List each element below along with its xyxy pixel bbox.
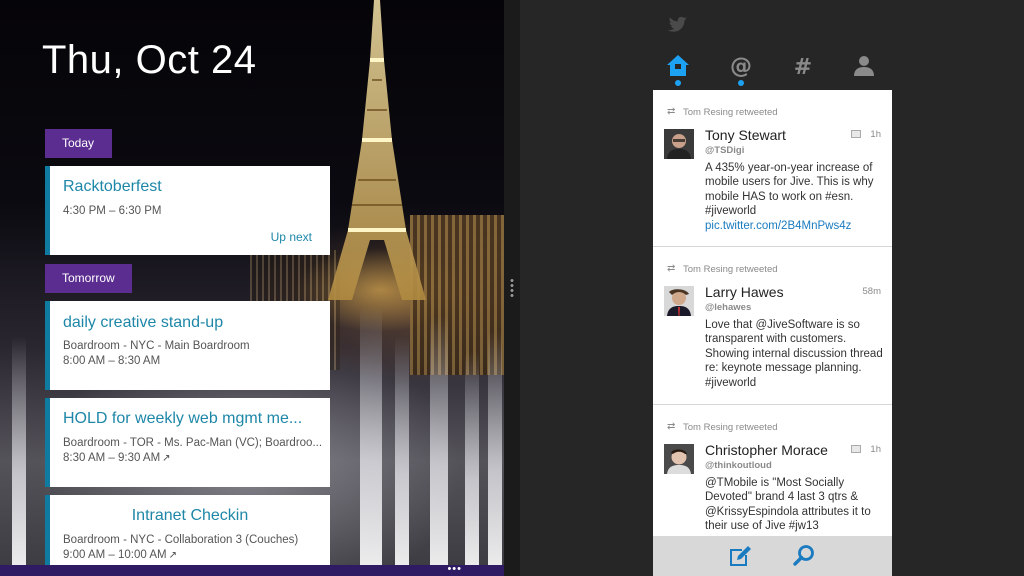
retweeted-by-text: Tom Resing retweeted xyxy=(683,422,778,433)
search-button[interactable] xyxy=(791,543,817,569)
media-attachment-icon xyxy=(851,445,861,453)
compose-icon xyxy=(730,546,751,566)
avatar[interactable] xyxy=(664,444,694,474)
compose-tweet-button[interactable] xyxy=(727,543,753,569)
event-title: Intranet Checkin xyxy=(131,507,249,524)
event-time: 8:00 AM – 8:30 AM xyxy=(63,355,161,367)
recurring-icon: ↗︎ xyxy=(168,550,177,561)
tweet-handle: @TSDigi xyxy=(705,145,745,156)
event-card-standup[interactable]: daily creative stand-up Boardroom - NYC … xyxy=(45,301,330,390)
event-title: Racktoberfest xyxy=(63,178,162,195)
svg-text:#: # xyxy=(794,55,812,80)
tweet-text-line: Showing internal discussion thread xyxy=(705,347,883,360)
fountain-spray xyxy=(430,316,448,566)
tweet-text-line: A 435% year-on-year increase of xyxy=(705,162,873,174)
tweet-text-line: Devoted" brand 4 last 3 qtrs & xyxy=(705,491,859,504)
fountain-spray xyxy=(360,306,382,566)
retweet-attribution: ⇄ Tom Resing retweeted xyxy=(667,263,778,275)
tweet-body: A 435% year-on-year increase of mobile u… xyxy=(705,161,885,233)
event-location: Boardroom - NYC - Main Boardroom xyxy=(63,340,250,352)
date-heading: Thu, Oct 24 xyxy=(42,38,257,82)
event-location: Boardroom - NYC - Collaboration 3 (Couch… xyxy=(63,534,299,546)
unread-indicator xyxy=(675,80,681,86)
retweet-icon: ⇄ xyxy=(667,421,676,432)
tweet-item[interactable]: ⇄ Tom Resing retweeted Larry Hawes @leha… xyxy=(653,247,892,405)
tweet-text-line: mobile users for Jive. This is why xyxy=(705,176,874,189)
tweet-text-line: @TMobile is "Most Socially xyxy=(705,477,845,489)
snap-splitter[interactable] xyxy=(504,0,520,576)
tab-profile[interactable] xyxy=(850,52,878,80)
calendar-pane: Thu, Oct 24 Today Racktoberfest 4:30 PM … xyxy=(0,0,504,576)
tweet-item[interactable]: ⇄ Tom Resing retweeted Christopher Morac… xyxy=(653,405,892,536)
fountain-spray xyxy=(465,351,479,566)
event-title: HOLD for weekly web mgmt me... xyxy=(63,410,303,427)
hashtag-icon: # xyxy=(794,55,812,80)
event-card-intranet[interactable]: Intranet Checkin Boardroom - NYC - Colla… xyxy=(45,495,330,565)
twitter-pane: @ # ⇄ Tom Resing retweeted Tony Stewart … xyxy=(520,0,1024,576)
tweet-author[interactable]: Larry Hawes xyxy=(705,284,784,300)
home-icon xyxy=(667,55,689,76)
tweet-item[interactable]: ⇄ Tom Resing retweeted Tony Stewart @TSD… xyxy=(653,90,892,247)
retweet-attribution: ⇄ Tom Resing retweeted xyxy=(667,106,778,118)
event-title: daily creative stand-up xyxy=(63,314,224,331)
avatar[interactable] xyxy=(664,286,694,316)
eiffel-tower-background-image xyxy=(328,0,426,300)
up-next-badge: Up next xyxy=(270,230,312,244)
recurring-icon: ↗︎ xyxy=(162,453,171,464)
retweet-icon: ⇄ xyxy=(667,106,676,117)
tab-mentions[interactable]: @ xyxy=(727,52,755,86)
fountain-spray xyxy=(488,331,502,566)
tweet-timestamp: 1h xyxy=(870,129,881,140)
tweet-author[interactable]: Christopher Morace xyxy=(705,442,828,458)
event-location: Boardroom - TOR - Ms. Pac-Man (VC); Boar… xyxy=(63,437,323,449)
tweet-text-line: transparent with customers. xyxy=(705,333,847,346)
retweeted-by-text: Tom Resing retweeted xyxy=(683,107,778,118)
tweet-author[interactable]: Tony Stewart xyxy=(705,127,786,143)
retweet-attribution: ⇄ Tom Resing retweeted xyxy=(667,421,778,433)
event-time-row: 9:00 AM – 10:00 AM ↗︎ xyxy=(63,548,177,563)
tweet-body: Love that @JiveSoftware is so transparen… xyxy=(705,318,885,390)
bottom-action-bar xyxy=(653,536,892,576)
retweeted-by-text: Tom Resing retweeted xyxy=(683,264,778,275)
splitter-grip-icon[interactable] xyxy=(510,278,514,298)
event-time: 4:30 PM – 6:30 PM xyxy=(63,205,162,217)
event-card-racktoberfest[interactable]: Racktoberfest 4:30 PM – 6:30 PM Up next xyxy=(45,166,330,255)
event-time: 8:30 AM – 9:30 AM xyxy=(63,452,161,464)
fountain-spray xyxy=(395,336,409,566)
tweet-text-line: re: keynote message planning. xyxy=(705,362,862,375)
tweet-handle: @thinkoutloud xyxy=(705,460,772,471)
twitter-bird-icon xyxy=(668,16,688,32)
tweet-body: @TMobile is "Most Socially Devoted" bran… xyxy=(705,476,885,534)
mentions-icon: @ xyxy=(730,54,752,79)
tweet-text-line: their use of Jive #jw13 xyxy=(705,520,819,533)
tomorrow-label: Tomorrow xyxy=(45,264,132,293)
tweet-text-line: Love that @JiveSoftware is so xyxy=(705,319,860,331)
event-time-row: 8:30 AM – 9:30 AM ↗︎ xyxy=(63,451,171,466)
avatar[interactable] xyxy=(664,129,694,159)
tweet-text-line: #jiveworld xyxy=(705,376,757,389)
svg-text:@: @ xyxy=(730,54,752,79)
today-label: Today xyxy=(45,129,112,158)
more-options-button[interactable]: ••• xyxy=(447,563,462,575)
media-attachment-icon xyxy=(851,130,861,138)
tweet-link[interactable]: pic.twitter.com/2B4MnPws4z xyxy=(705,219,885,233)
unread-indicator xyxy=(738,80,744,86)
tab-home[interactable] xyxy=(664,52,692,86)
profile-icon xyxy=(854,56,874,76)
tweet-text-line: @KrissyEspindola attributes it to xyxy=(705,505,871,518)
event-time: 9:00 AM – 10:00 AM xyxy=(63,549,167,561)
fountain-spray xyxy=(12,336,26,566)
tweet-timestamp: 1h xyxy=(870,444,881,455)
retweet-icon: ⇄ xyxy=(667,263,676,274)
tweet-text-line: #jiveworld xyxy=(705,205,757,218)
tweet-handle: @lehawes xyxy=(705,302,752,313)
app-bar[interactable]: ••• xyxy=(0,563,504,576)
tweet-timeline[interactable]: ⇄ Tom Resing retweeted Tony Stewart @TSD… xyxy=(653,90,892,536)
tweet-text-line: mobile HAS to work on #esn. xyxy=(705,190,854,203)
event-card-web-mgmt[interactable]: HOLD for weekly web mgmt me... Boardroom… xyxy=(45,398,330,487)
tweet-timestamp: 58m xyxy=(862,286,881,297)
search-icon xyxy=(793,545,814,566)
tab-hashtags[interactable]: # xyxy=(789,52,817,80)
